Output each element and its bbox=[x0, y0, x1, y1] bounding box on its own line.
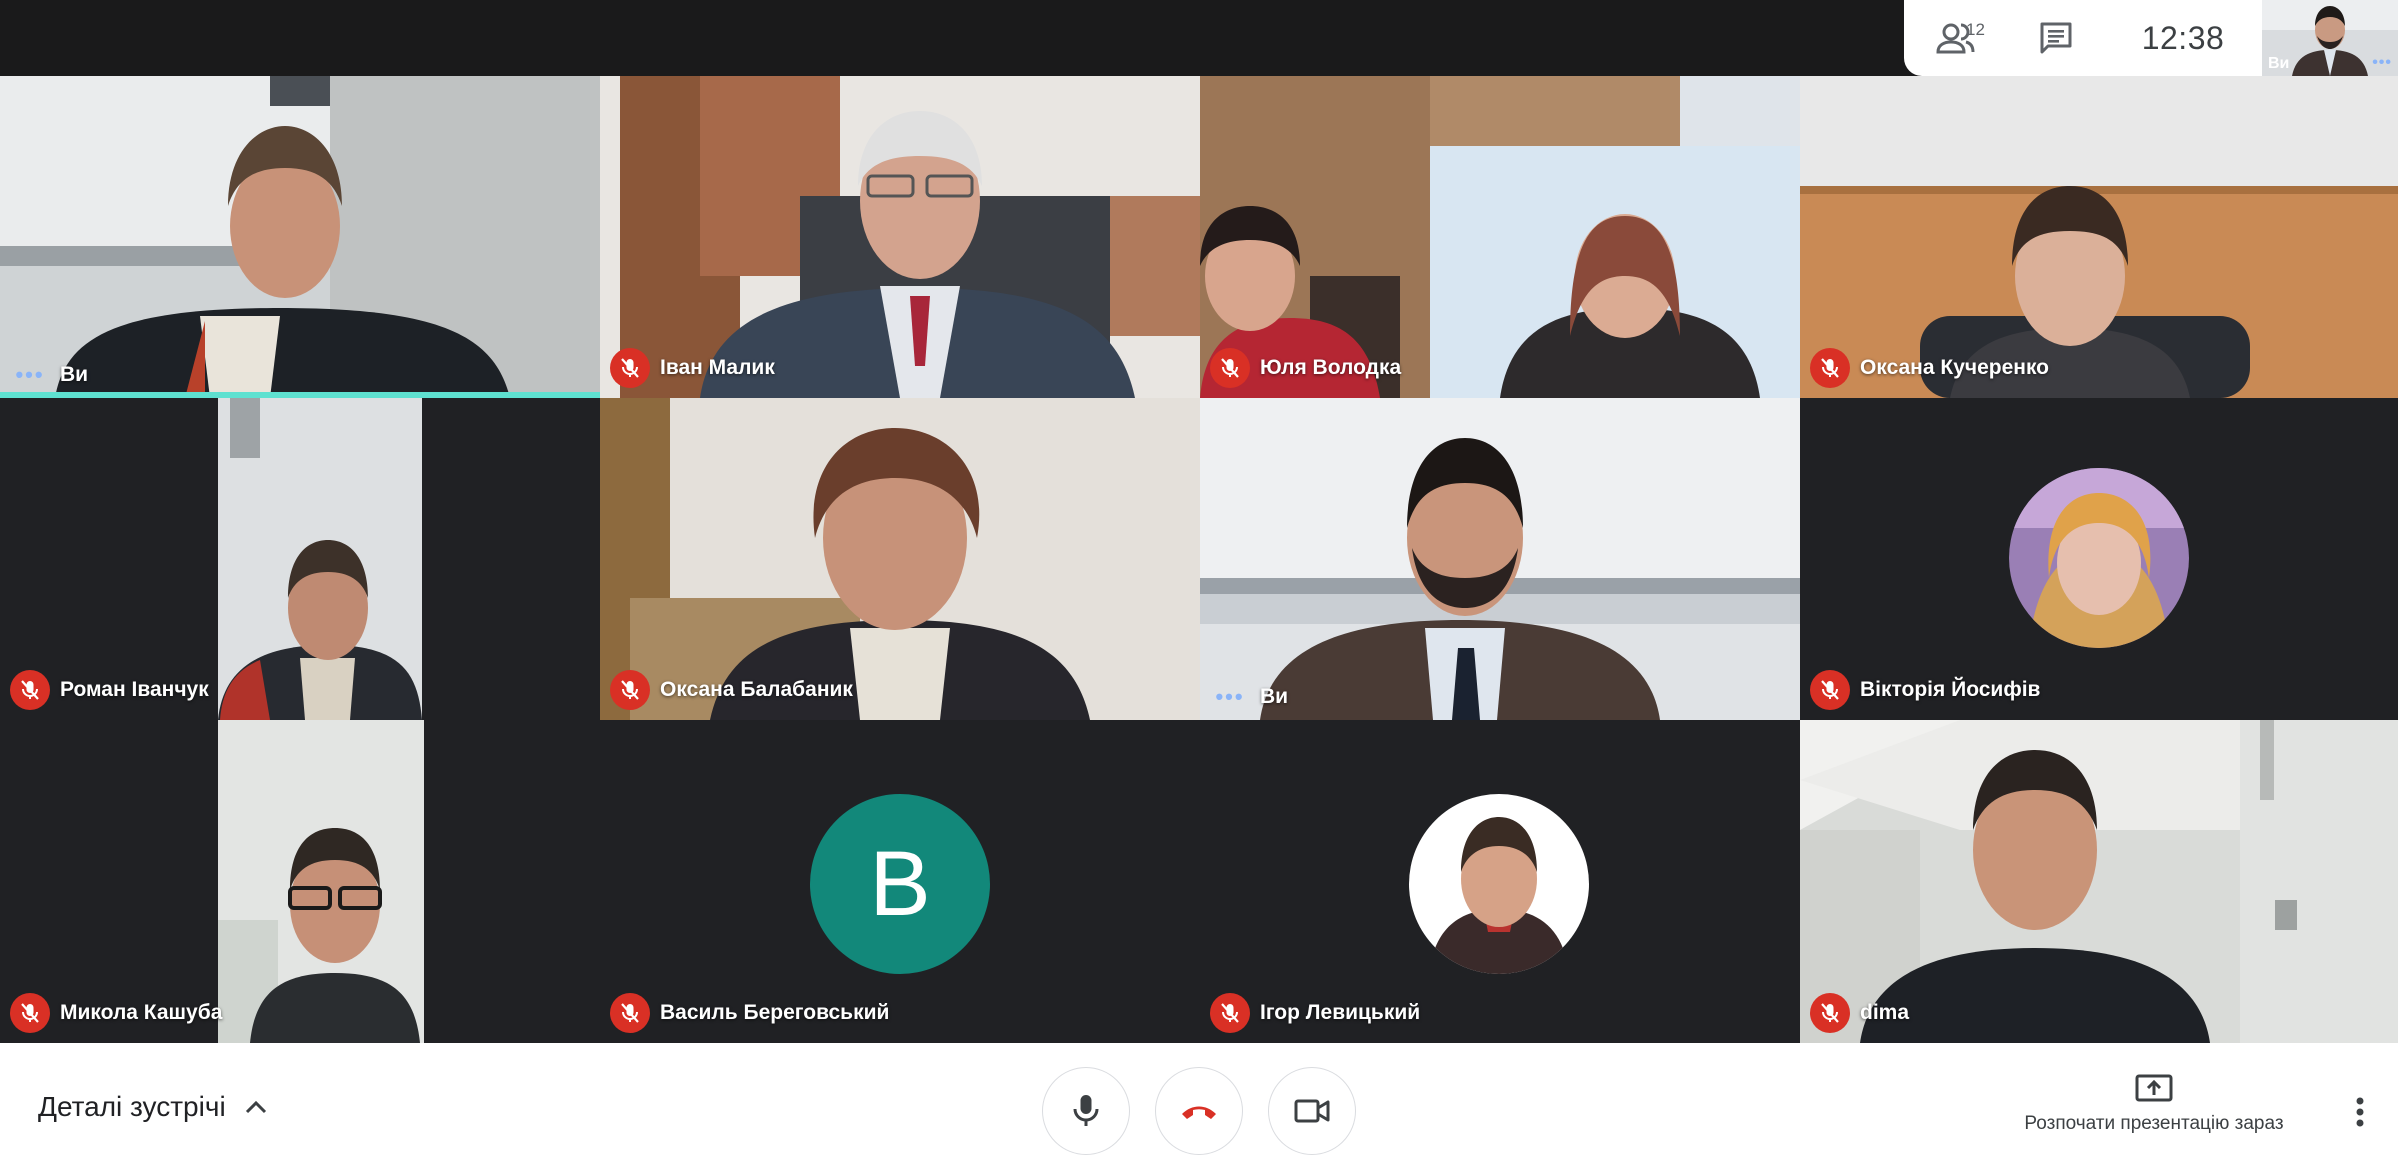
options-dots-icon[interactable]: ••• bbox=[10, 362, 50, 388]
clock: 12:38 bbox=[2141, 19, 2225, 56]
active-speaker-indicator bbox=[0, 392, 600, 398]
present-now-label: Розпочати презентацію зараз bbox=[2024, 1113, 2284, 1134]
participant-name: Ігор Левицький bbox=[1260, 1001, 1421, 1024]
participant-name: Вікторія Йосифів bbox=[1860, 678, 2041, 701]
present-now-button[interactable]: Розпочати презентацію зараз bbox=[2004, 1073, 2304, 1135]
microphone-icon bbox=[1073, 1095, 1099, 1126]
participant-tile[interactable]: dima bbox=[1800, 720, 2398, 1043]
muted-mic-icon bbox=[610, 348, 650, 388]
participant-tile[interactable]: Вікторія Йосифів bbox=[1800, 398, 2398, 720]
muted-mic-icon bbox=[610, 993, 650, 1033]
microphone-button[interactable] bbox=[1042, 1067, 1130, 1155]
chevron-up-icon bbox=[245, 1100, 266, 1114]
participant-video bbox=[0, 76, 600, 398]
participant-name: Оксана Кучеренко bbox=[1860, 356, 2049, 379]
meet-window: 12 12:38 Ви ••• ••• Ви Іван Малик Юля Во… bbox=[0, 0, 2398, 1176]
participant-tile[interactable]: ••• Ви bbox=[0, 76, 600, 398]
participant-tile[interactable]: Оксана Кучеренко bbox=[1800, 76, 2398, 398]
participants-button[interactable]: 12 bbox=[1904, 0, 2008, 76]
muted-mic-icon bbox=[1810, 348, 1850, 388]
chat-icon bbox=[2040, 22, 2072, 54]
options-dots-icon[interactable]: ••• bbox=[1210, 684, 1250, 710]
participant-label: Микола Кашуба bbox=[10, 993, 222, 1033]
muted-mic-icon bbox=[10, 670, 50, 710]
participant-name: Оксана Балабаник bbox=[660, 678, 853, 701]
muted-mic-icon bbox=[1810, 670, 1850, 710]
participant-label: Василь Береговський bbox=[610, 993, 889, 1033]
participant-tile[interactable]: Іван Малик bbox=[600, 76, 1200, 398]
top-bar: 12 12:38 Ви ••• bbox=[0, 0, 2398, 76]
participant-name: Микола Кашуба bbox=[60, 1001, 223, 1024]
participant-name: Ви bbox=[60, 363, 89, 386]
participant-grid: ••• Ви Іван Малик Юля Володка Оксана Куч… bbox=[0, 76, 2398, 1043]
end-call-button[interactable] bbox=[1155, 1067, 1243, 1155]
participant-name: Роман Іванчук bbox=[60, 678, 209, 701]
participant-video bbox=[1200, 398, 1800, 720]
muted-mic-icon bbox=[610, 670, 650, 710]
participant-avatar bbox=[2009, 468, 2189, 648]
more-vertical-icon bbox=[2356, 1097, 2364, 1127]
participant-name: Іван Малик bbox=[660, 356, 775, 379]
participant-tile[interactable]: B Василь Береговський bbox=[600, 720, 1200, 1043]
participant-label: Роман Іванчук bbox=[10, 670, 209, 710]
participant-tile[interactable]: ••• Ви bbox=[1200, 398, 1800, 720]
participant-name: Ви bbox=[1260, 685, 1289, 708]
participant-label: ••• Ви bbox=[1210, 684, 1288, 710]
meeting-details-label: Деталі зустрічі bbox=[38, 1091, 226, 1122]
participant-tile[interactable]: Роман Іванчук bbox=[0, 398, 600, 720]
participant-label: dima bbox=[1810, 993, 1909, 1033]
participant-label: Оксана Кучеренко bbox=[1810, 348, 2049, 388]
participant-label: Оксана Балабаник bbox=[610, 670, 853, 710]
participant-label: Ігор Левицький bbox=[1210, 993, 1420, 1033]
muted-mic-icon bbox=[1210, 993, 1250, 1033]
avatar-initial: B bbox=[869, 832, 931, 935]
meeting-details-button[interactable]: Деталі зустрічі bbox=[38, 1091, 268, 1123]
muted-mic-icon bbox=[1210, 348, 1250, 388]
chat-button[interactable] bbox=[2008, 0, 2104, 76]
participant-tile[interactable]: Оксана Балабаник bbox=[600, 398, 1200, 720]
self-preview-thumbnail[interactable]: Ви ••• bbox=[2262, 0, 2398, 76]
participant-label: ••• Ви bbox=[10, 362, 88, 388]
participant-name: Василь Береговський bbox=[660, 1001, 890, 1024]
bottom-control-bar: Деталі зустрічі Розпочати презентацію за… bbox=[0, 1043, 2398, 1176]
participant-avatar bbox=[1409, 794, 1589, 974]
hang-up-icon bbox=[1182, 1106, 1216, 1119]
participant-label: Юля Володка bbox=[1210, 348, 1401, 388]
participant-tile[interactable]: Ігор Левицький bbox=[1200, 720, 1800, 1043]
participant-tile[interactable]: Микола Кашуба bbox=[0, 720, 600, 1043]
camera-button[interactable] bbox=[1268, 1067, 1356, 1155]
muted-mic-icon bbox=[1810, 993, 1850, 1033]
more-options-button[interactable] bbox=[2340, 1087, 2380, 1137]
participants-count: 12 bbox=[1966, 20, 1985, 39]
self-preview-label: Ви bbox=[2268, 55, 2290, 72]
muted-mic-icon bbox=[10, 993, 50, 1033]
participant-name: dima bbox=[1860, 1001, 1910, 1024]
participant-label: Іван Малик bbox=[610, 348, 775, 388]
participant-name: Юля Володка bbox=[1260, 356, 1402, 379]
participant-initial-avatar: B bbox=[810, 794, 990, 974]
participant-label: Вікторія Йосифів bbox=[1810, 670, 2040, 710]
video-camera-icon bbox=[1294, 1099, 1330, 1123]
self-preview-options-icon[interactable]: ••• bbox=[2372, 54, 2392, 72]
present-screen-icon bbox=[2135, 1074, 2173, 1102]
participant-tile[interactable]: Юля Володка bbox=[1200, 76, 1800, 398]
top-toolbar: 12 12:38 bbox=[1904, 0, 2262, 76]
